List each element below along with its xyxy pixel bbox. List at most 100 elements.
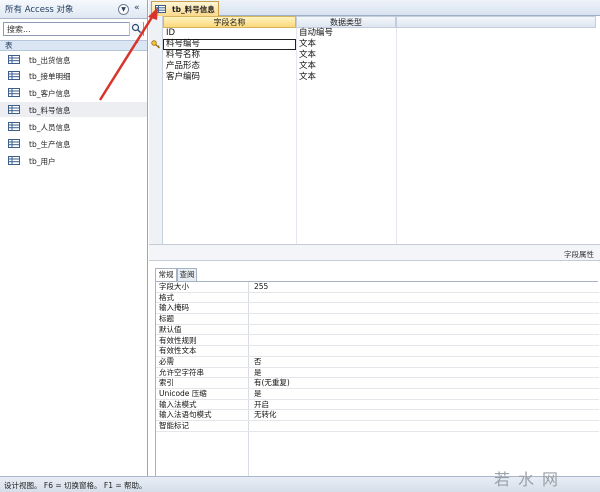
property-label: 输入掩码 (159, 303, 189, 313)
nav-item-label: tb_客户信息 (29, 89, 71, 98)
nav-item-table[interactable]: tb_用户 (0, 153, 147, 168)
nav-header[interactable]: 所有 Access 对象 ▼ « (0, 0, 147, 19)
property-row[interactable]: 输入掩码 (156, 303, 599, 315)
field-row[interactable]: 产品形态 文本 (149, 61, 596, 72)
property-label: 有效性规则 (159, 335, 197, 345)
column-header-description[interactable] (396, 16, 596, 28)
search-input[interactable]: 搜索... (3, 22, 144, 36)
field-properties-bar: 字段属性 (149, 244, 600, 260)
nav-item-table[interactable]: tb_生产信息 (0, 136, 147, 151)
property-row[interactable]: 输入法语句模式 无转化 (156, 410, 599, 422)
data-type-cell[interactable]: 文本 (299, 72, 316, 83)
document-tab-bar: tb_料号信息 (149, 0, 600, 16)
property-row[interactable]: 有效性文本 (156, 346, 599, 357)
field-name-cell[interactable]: 料号编号 (166, 39, 200, 50)
nav-item-table-selected[interactable]: tb_料号信息 (0, 102, 147, 117)
table-icon (8, 55, 20, 64)
property-row[interactable]: 格式 (156, 293, 599, 304)
tab-lookup[interactable]: 查阅 (177, 268, 197, 281)
field-design-grid: 字段名称 数据类型 ID 自动编号 料号编号 文本 料号名称 文本 产品形态 文… (149, 16, 600, 244)
field-row-current[interactable]: 料号编号 文本 (149, 39, 596, 50)
property-row[interactable]: 默认值 (156, 325, 599, 336)
column-header-field-name[interactable]: 字段名称 (163, 16, 296, 28)
data-type-cell[interactable]: 文本 (299, 50, 316, 61)
document-tab[interactable]: tb_料号信息 (151, 1, 219, 16)
property-row[interactable]: 索引 有(无重复) (156, 378, 599, 389)
nav-dropdown-icon[interactable]: ▼ (118, 4, 129, 15)
field-row[interactable]: 料号名称 文本 (149, 50, 596, 61)
table-icon (8, 71, 20, 80)
search-icon[interactable] (129, 22, 143, 36)
search-placeholder: 搜索... (7, 25, 31, 34)
property-label: 字段大小 (159, 282, 189, 291)
property-label: 索引 (159, 378, 174, 388)
property-row[interactable]: 标题 (156, 314, 599, 325)
property-value[interactable]: 无转化 (254, 410, 277, 420)
nav-item-table[interactable]: tb_出货信息 (0, 52, 147, 67)
field-row[interactable]: 客户编码 文本 (149, 72, 596, 83)
data-type-cell[interactable]: 文本 (299, 39, 316, 50)
table-icon (8, 105, 20, 114)
property-label: 有效性文本 (159, 346, 197, 356)
tab-general[interactable]: 常规 (155, 268, 177, 281)
watermark: 若水网 (494, 470, 567, 489)
table-icon (8, 122, 20, 131)
field-properties-pane: 常规 查阅 字段大小 255 格式 输入掩码 标题 默认值 有效性规则 有效性文本… (149, 260, 600, 478)
property-row[interactable]: 必需 否 (156, 357, 599, 368)
table-icon (155, 5, 166, 13)
chevron-up-icon[interactable]: ˄ (136, 41, 140, 50)
property-value[interactable]: 是 (254, 389, 262, 399)
field-properties-label: 字段属性 (564, 250, 594, 259)
property-row[interactable]: 有效性规则 (156, 336, 599, 347)
table-icon (8, 139, 20, 148)
data-type-cell[interactable]: 文本 (299, 61, 316, 72)
property-label: 允许空字符串 (159, 367, 204, 377)
field-name-cell[interactable]: 料号名称 (166, 50, 200, 61)
field-row[interactable]: ID 自动编号 (149, 28, 596, 39)
table-icon (8, 88, 20, 97)
nav-item-label: tb_人员信息 (29, 123, 71, 132)
property-row[interactable]: 输入法模式 开启 (156, 400, 599, 411)
property-label: 输入法模式 (159, 399, 197, 409)
property-label: 必需 (159, 356, 174, 366)
nav-item-label: tb_生产信息 (29, 140, 71, 149)
property-label: 输入法语句模式 (159, 410, 212, 420)
property-label: Unicode 压缩 (159, 389, 207, 398)
data-type-cell[interactable]: 自动编号 (299, 28, 333, 39)
property-row[interactable]: 字段大小 255 (156, 282, 599, 293)
property-value[interactable]: 开启 (254, 400, 269, 410)
field-name-cell[interactable]: 客户编码 (166, 72, 200, 83)
column-header-data-type[interactable]: 数据类型 (296, 16, 396, 28)
navigation-pane: 所有 Access 对象 ▼ « 搜索... 表 ˄ tb_出货信息 tb_接单… (0, 0, 148, 476)
document-area: tb_料号信息 字段名称 数据类型 ID 自动编号 料号编号 文本 料号名称 文 (149, 0, 600, 478)
property-value[interactable]: 是 (254, 368, 262, 378)
property-value[interactable]: 有(无重复) (254, 378, 290, 388)
group-header-tables[interactable]: 表 ˄ (0, 40, 147, 51)
nav-item-table[interactable]: tb_人员信息 (0, 119, 147, 134)
property-value[interactable]: 否 (254, 357, 262, 367)
nav-item-table[interactable]: tb_客户信息 (0, 85, 147, 100)
property-value[interactable]: 255 (254, 282, 268, 292)
status-text: 设计视图。 F6 = 切换窗格。 F1 = 帮助。 (4, 481, 147, 490)
group-label: 表 (5, 41, 13, 50)
property-label: 格式 (159, 292, 174, 302)
table-icon (8, 156, 20, 165)
access-window: 所有 Access 对象 ▼ « 搜索... 表 ˄ tb_出货信息 tb_接单… (0, 0, 600, 492)
nav-item-label: tb_料号信息 (29, 106, 71, 115)
nav-item-label: tb_接单明细 (29, 72, 71, 81)
nav-item-label: tb_用户 (29, 157, 56, 166)
nav-collapse-icon[interactable]: « (134, 3, 140, 13)
property-label: 标题 (159, 314, 174, 324)
property-sheet: 字段大小 255 格式 输入掩码 标题 默认值 有效性规则 有效性文本 必需 否 允… (155, 281, 599, 478)
property-row[interactable]: Unicode 压缩 是 (156, 389, 599, 400)
nav-title: 所有 Access 对象 (5, 5, 74, 15)
nav-item-label: tb_出货信息 (29, 56, 71, 65)
field-name-cell[interactable]: ID (166, 28, 175, 39)
property-label: 智能标记 (159, 421, 189, 431)
nav-item-table[interactable]: tb_接单明细 (0, 68, 147, 83)
document-tab-label: tb_料号信息 (172, 5, 215, 14)
field-name-cell[interactable]: 产品形态 (166, 61, 200, 72)
property-row[interactable]: 智能标记 (156, 421, 599, 432)
property-label: 默认值 (159, 324, 182, 334)
property-row[interactable]: 允许空字符串 是 (156, 368, 599, 379)
